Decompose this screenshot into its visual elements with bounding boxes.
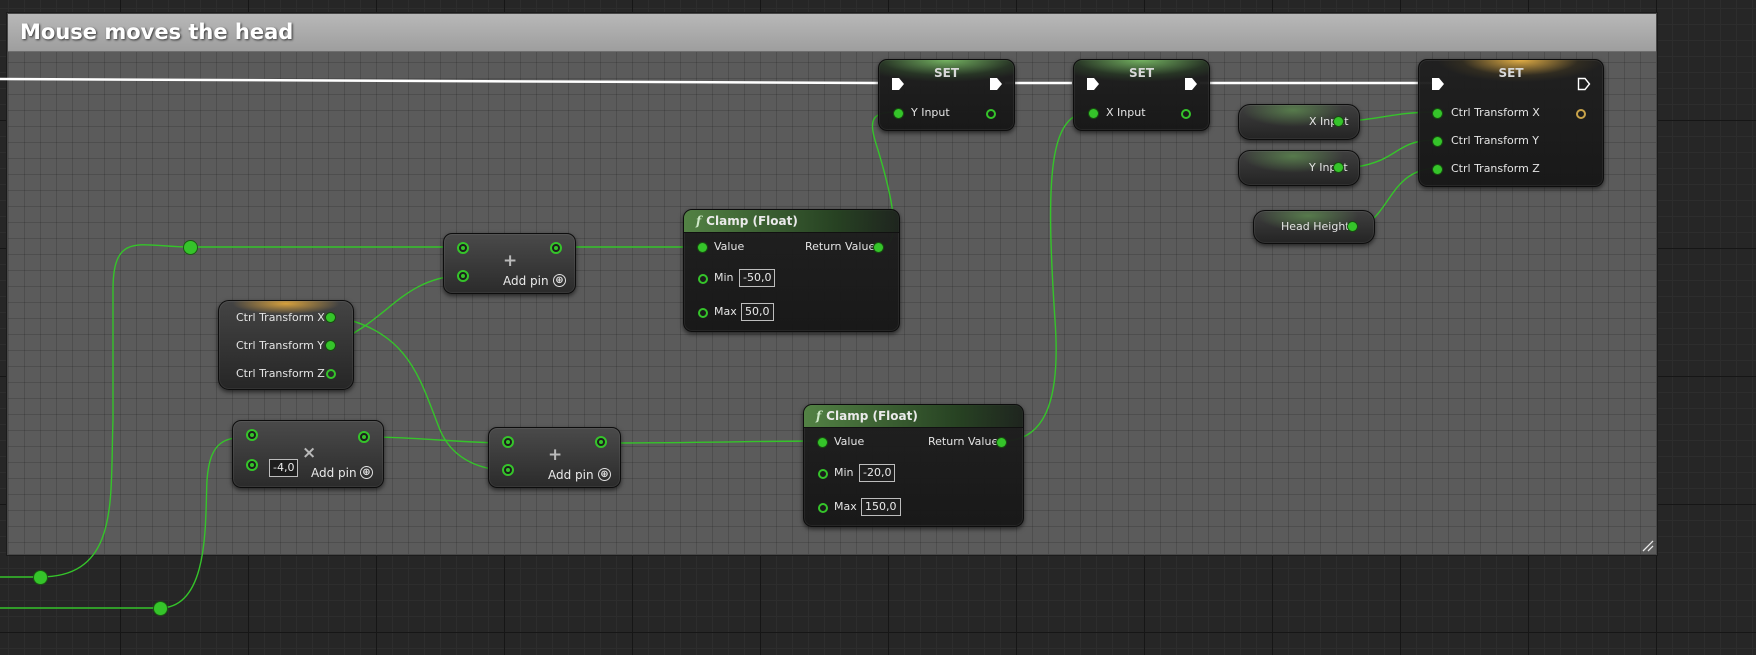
add-out-pin[interactable] bbox=[595, 436, 607, 448]
exec-in-pin-icon[interactable] bbox=[891, 77, 905, 91]
x-input-out-pin[interactable] bbox=[1334, 117, 1343, 126]
add-pin-label: Add pin bbox=[311, 466, 357, 480]
add-pin-plus-icon[interactable]: ⊕ bbox=[598, 468, 611, 481]
set-ctrl-transform-node[interactable]: SET Ctrl Transform X Ctrl Transform Y Ct… bbox=[1418, 59, 1604, 187]
pin-label: Ctrl Transform X bbox=[1451, 106, 1540, 119]
pin-label: Y Input bbox=[911, 106, 950, 119]
value-in-pin[interactable] bbox=[698, 243, 707, 252]
add-pin-label: Add pin bbox=[548, 468, 594, 482]
break-ctrl-transform-node[interactable]: Ctrl Transform X Ctrl Transform Y Ctrl T… bbox=[218, 300, 354, 390]
add-b-in-pin[interactable] bbox=[457, 270, 469, 282]
get-x-input-node[interactable]: X Input bbox=[1238, 104, 1360, 140]
node-title-text: Clamp (Float) bbox=[706, 214, 798, 228]
pin-label: Min bbox=[834, 466, 854, 479]
min-value-field[interactable]: -50,0 bbox=[739, 269, 776, 287]
y-input-out-pin[interactable] bbox=[986, 109, 996, 119]
multiply-b-in-pin[interactable] bbox=[246, 459, 258, 471]
ctrl-transform-z-out-pin[interactable] bbox=[326, 369, 336, 379]
add-a-in-pin[interactable] bbox=[457, 242, 469, 254]
reroute-node[interactable] bbox=[154, 602, 167, 615]
add-pin-plus-icon[interactable]: ⊕ bbox=[360, 466, 373, 479]
max-in-pin[interactable] bbox=[698, 308, 708, 318]
pin-label: Min bbox=[714, 271, 734, 284]
max-in-pin[interactable] bbox=[818, 503, 828, 513]
ctrl-transform-x-out-pin[interactable] bbox=[326, 313, 335, 322]
value-in-pin[interactable] bbox=[818, 438, 827, 447]
pin-label: Ctrl Transform X bbox=[236, 311, 325, 324]
plus-icon: + bbox=[548, 445, 563, 465]
function-icon: f bbox=[816, 409, 822, 423]
x-input-in-pin[interactable] bbox=[1089, 109, 1098, 118]
multiply-b-value[interactable]: -4,0 bbox=[269, 459, 299, 477]
float-wire bbox=[1002, 111, 1092, 442]
add-pin-plus-icon[interactable]: ⊕ bbox=[553, 274, 566, 287]
exec-out-pin-icon[interactable] bbox=[989, 77, 1003, 91]
float-wire bbox=[0, 244, 462, 578]
return-value-out-pin[interactable] bbox=[874, 243, 883, 252]
add-b-in-pin[interactable] bbox=[502, 464, 514, 476]
node-title-text: Clamp (Float) bbox=[826, 409, 918, 423]
ctrl-transform-x-in-pin[interactable] bbox=[1433, 109, 1442, 118]
get-y-input-node[interactable]: Y Input bbox=[1238, 150, 1360, 186]
set-y-input-node[interactable]: SET Y Input bbox=[878, 59, 1015, 131]
clamp-float-node[interactable]: f Clamp (Float) Value Return Value Min -2… bbox=[803, 404, 1024, 527]
function-icon: f bbox=[696, 214, 702, 228]
pin-label: Head Height bbox=[1281, 220, 1350, 233]
max-value-field[interactable]: 150,0 bbox=[861, 498, 901, 516]
set-x-input-node[interactable]: SET X Input bbox=[1073, 59, 1210, 131]
pin-label: X Input bbox=[1106, 106, 1146, 119]
add-float-node[interactable]: + Add pin ⊕ bbox=[488, 427, 621, 488]
reroute-node[interactable] bbox=[184, 241, 197, 254]
return-value-out-pin[interactable] bbox=[997, 438, 1006, 447]
multiply-float-node[interactable]: -4,0 × Add pin ⊕ bbox=[232, 420, 384, 488]
pin-label: Max bbox=[834, 500, 857, 513]
plus-icon: + bbox=[503, 251, 518, 271]
y-input-out-pin[interactable] bbox=[1334, 163, 1343, 172]
multiply-a-in-pin[interactable] bbox=[246, 429, 258, 441]
y-input-in-pin[interactable] bbox=[894, 109, 903, 118]
node-title: f Clamp (Float) bbox=[816, 409, 918, 423]
clamp-float-node[interactable]: f Clamp (Float) Value Return Value Min -5… bbox=[683, 209, 900, 332]
min-in-pin[interactable] bbox=[698, 274, 708, 284]
pin-label: Ctrl Transform Z bbox=[236, 367, 325, 380]
exec-in-pin-icon[interactable] bbox=[1086, 77, 1100, 91]
pin-label: Ctrl Transform Y bbox=[1451, 134, 1539, 147]
pin-label: Return Value bbox=[928, 435, 999, 448]
reroute-node[interactable] bbox=[34, 571, 47, 584]
multiply-out-pin[interactable] bbox=[358, 431, 370, 443]
add-a-in-pin[interactable] bbox=[502, 436, 514, 448]
pin-label: Value bbox=[714, 240, 745, 253]
get-head-height-node[interactable]: Head Height bbox=[1253, 210, 1375, 244]
min-value-field[interactable]: -20,0 bbox=[859, 464, 896, 482]
pin-label: Ctrl Transform Y bbox=[236, 339, 324, 352]
x-input-out-pin[interactable] bbox=[1181, 109, 1191, 119]
node-title: SET bbox=[1498, 66, 1524, 80]
multiply-icon: × bbox=[302, 443, 317, 463]
max-value-field[interactable]: 50,0 bbox=[741, 303, 774, 321]
float-wire bbox=[601, 440, 823, 444]
node-title: f Clamp (Float) bbox=[696, 214, 798, 228]
pin-label: Value bbox=[834, 435, 865, 448]
add-float-node[interactable]: + Add pin ⊕ bbox=[443, 233, 576, 294]
ctrl-transform-out-pin[interactable] bbox=[1576, 109, 1586, 119]
exec-wire bbox=[0, 77, 879, 85]
float-wire bbox=[365, 436, 509, 444]
exec-in-pin-icon[interactable] bbox=[1431, 77, 1445, 91]
add-out-pin[interactable] bbox=[550, 242, 562, 254]
min-in-pin[interactable] bbox=[818, 469, 828, 479]
pin-label: Ctrl Transform Z bbox=[1451, 162, 1540, 175]
exec-out-pin-icon[interactable] bbox=[1577, 77, 1591, 91]
exec-out-pin-icon[interactable] bbox=[1184, 77, 1198, 91]
ctrl-transform-y-in-pin[interactable] bbox=[1433, 137, 1442, 146]
ctrl-transform-y-out-pin[interactable] bbox=[326, 341, 335, 350]
ctrl-transform-z-in-pin[interactable] bbox=[1433, 165, 1442, 174]
pin-label: Return Value bbox=[805, 240, 876, 253]
pin-label: Max bbox=[714, 305, 737, 318]
add-pin-label: Add pin bbox=[503, 274, 549, 288]
head-height-out-pin[interactable] bbox=[1348, 222, 1357, 231]
